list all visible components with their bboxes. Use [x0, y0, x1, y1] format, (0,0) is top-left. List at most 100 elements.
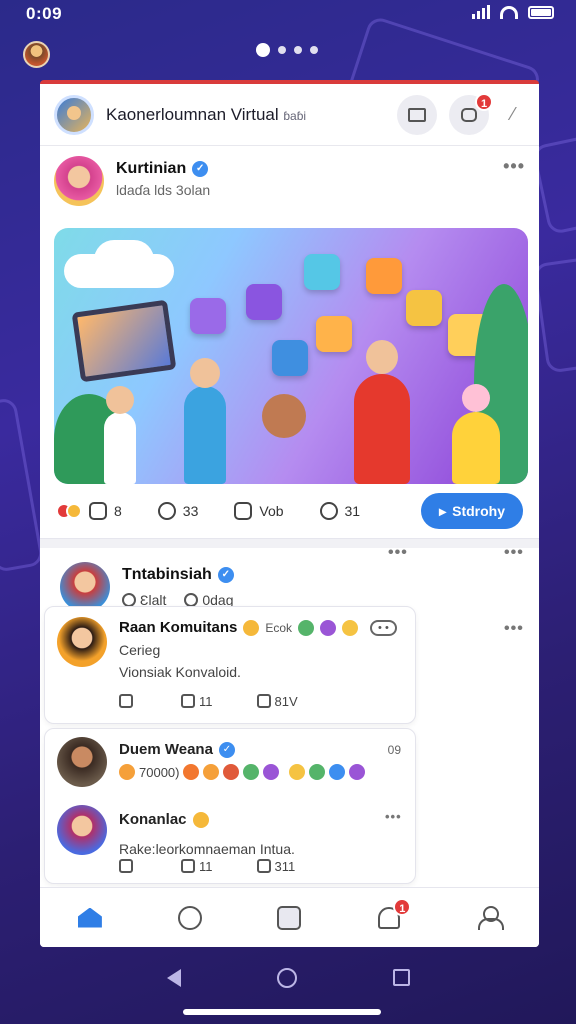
emoji-icon: [183, 764, 200, 780]
nav-notifications[interactable]: 1: [369, 897, 412, 938]
back-icon[interactable]: [166, 968, 181, 987]
comment-line: Cerieg: [119, 642, 161, 658]
like-icon: [119, 859, 133, 873]
app-header: Kaonerloumnan Virtual ɓaɓi 1 ⁄: [40, 84, 539, 146]
post-menu-icon[interactable]: •••: [388, 544, 408, 562]
more-icon[interactable]: ⁄: [501, 104, 525, 125]
share-count: 31: [344, 503, 361, 519]
status-icons: [472, 5, 554, 19]
balloon-illustration: [262, 394, 306, 438]
reply-button[interactable]: 11: [181, 694, 213, 709]
post-menu-icon[interactable]: •••: [503, 156, 525, 177]
post-menu-icon[interactable]: •••: [504, 544, 524, 562]
nav-profile[interactable]: [469, 898, 509, 938]
post-menu-icon[interactable]: •••: [504, 620, 524, 638]
emoji-icon: [192, 811, 209, 828]
tablet-illustration: [71, 299, 177, 383]
comment-avatar[interactable]: [57, 617, 107, 667]
comment-author[interactable]: Duem Weana: [119, 741, 213, 758]
reply-icon: [181, 859, 195, 873]
comment-author[interactable]: Raan Komuitans: [119, 619, 237, 636]
battery-icon: [528, 6, 554, 19]
post-author[interactable]: Kurtinian: [116, 160, 186, 178]
share-action[interactable]: 31: [319, 502, 361, 520]
search-icon: [177, 905, 202, 930]
comment-author[interactable]: Konanlac: [119, 811, 187, 828]
views-action[interactable]: Vob: [234, 502, 284, 520]
emoji-icon: [298, 619, 315, 636]
like-count: 8: [114, 503, 122, 519]
nav-home[interactable]: [70, 898, 110, 938]
comment-avatar[interactable]: [57, 805, 107, 855]
app-title-text: Kaonerloumnan Virtual: [106, 104, 279, 124]
recents-icon[interactable]: [392, 969, 410, 986]
reaction-icons: [56, 503, 82, 519]
notification-badge: 1: [475, 92, 493, 111]
post-header: Kurtinian ✓ Ɩdaɗa lds 3olan •••: [54, 156, 525, 218]
nav-media[interactable]: [269, 898, 309, 938]
comment-actions: 11 81V: [119, 694, 401, 709]
share-icon: [256, 859, 271, 873]
cloud-shape: [94, 240, 154, 280]
chat-icon: [122, 593, 136, 607]
feed-post: Tntabinsiah ✓ Ɛlalt 0dag: [40, 548, 539, 612]
comment-count: 33: [182, 503, 199, 519]
like-action[interactable]: 8: [56, 502, 122, 520]
comment-menu-icon[interactable]: •••: [385, 809, 402, 824]
comment-avatar[interactable]: [57, 737, 107, 787]
like-button[interactable]: [119, 859, 137, 874]
comment-card: Duem Weana ✓ 09 70000) Konanlac ••• Rake…: [44, 728, 416, 884]
person-illustration: [462, 384, 490, 412]
app-tile: [272, 340, 308, 376]
gesture-bar[interactable]: [183, 1009, 381, 1015]
wifi-icon: [500, 6, 518, 19]
like-button[interactable]: [119, 694, 137, 709]
background-decoration: [532, 256, 576, 374]
person-illustration: [184, 386, 226, 484]
comment-line: 70000): [139, 764, 180, 780]
app-tile: [190, 298, 226, 334]
emoji-icon: [289, 764, 306, 780]
app-window: Kaonerloumnan Virtual ɓaɓi 1 ⁄ Kurtinian…: [40, 80, 539, 947]
feed-post: Kurtinian ✓ Ɩdaɗa lds 3olan ••• 8 33 Vob…: [40, 146, 539, 538]
background-decoration: [0, 396, 45, 574]
app-tile: [406, 290, 442, 326]
nav-search[interactable]: [170, 898, 210, 938]
notification-badge: 1: [393, 897, 412, 916]
app-tile: [366, 258, 402, 294]
post-image[interactable]: [54, 228, 528, 484]
more-pill[interactable]: • •: [370, 619, 397, 636]
page-indicator: [256, 43, 318, 57]
author-avatar[interactable]: [60, 562, 110, 612]
share-count: 81V: [274, 694, 298, 709]
person-illustration: [354, 374, 410, 484]
author-avatar[interactable]: [54, 156, 104, 206]
share-button[interactable]: 81V: [256, 694, 298, 709]
emoji-icon: [263, 764, 280, 780]
play-icon: ▸: [439, 502, 447, 519]
comment-card: Raan Komuitans Εcok • • Cerieg Vionsiak …: [44, 606, 416, 724]
camera-icon: [461, 107, 477, 122]
emoji-icon: [119, 764, 135, 780]
post-author[interactable]: Tntabinsiah: [122, 566, 212, 584]
app-logo: [54, 94, 94, 135]
home-circle-icon[interactable]: [276, 967, 297, 988]
tv-button[interactable]: [397, 94, 437, 135]
emoji-icon: [320, 619, 337, 636]
reply-count: 11: [199, 694, 213, 709]
app-title-suffix: ɓaɓi: [283, 108, 307, 123]
share-button[interactable]: 311: [256, 859, 295, 874]
app-tile: [246, 284, 282, 320]
comment-tag: Εcok: [265, 620, 293, 635]
person-illustration: [104, 412, 136, 484]
promote-button[interactable]: ▸ Stdrohy: [421, 493, 523, 529]
reply-button[interactable]: 11: [181, 859, 213, 874]
person-illustration: [106, 386, 134, 414]
verified-icon: ✓: [192, 161, 209, 177]
profile-avatar[interactable]: [23, 41, 50, 68]
camera-button[interactable]: 1: [449, 92, 493, 135]
post-actions: 8 33 Vob 31 ▸ Stdrohy: [54, 484, 525, 538]
emoji-icon: [329, 764, 346, 780]
comment-action[interactable]: 33: [157, 502, 199, 520]
views-icon: [234, 502, 253, 520]
